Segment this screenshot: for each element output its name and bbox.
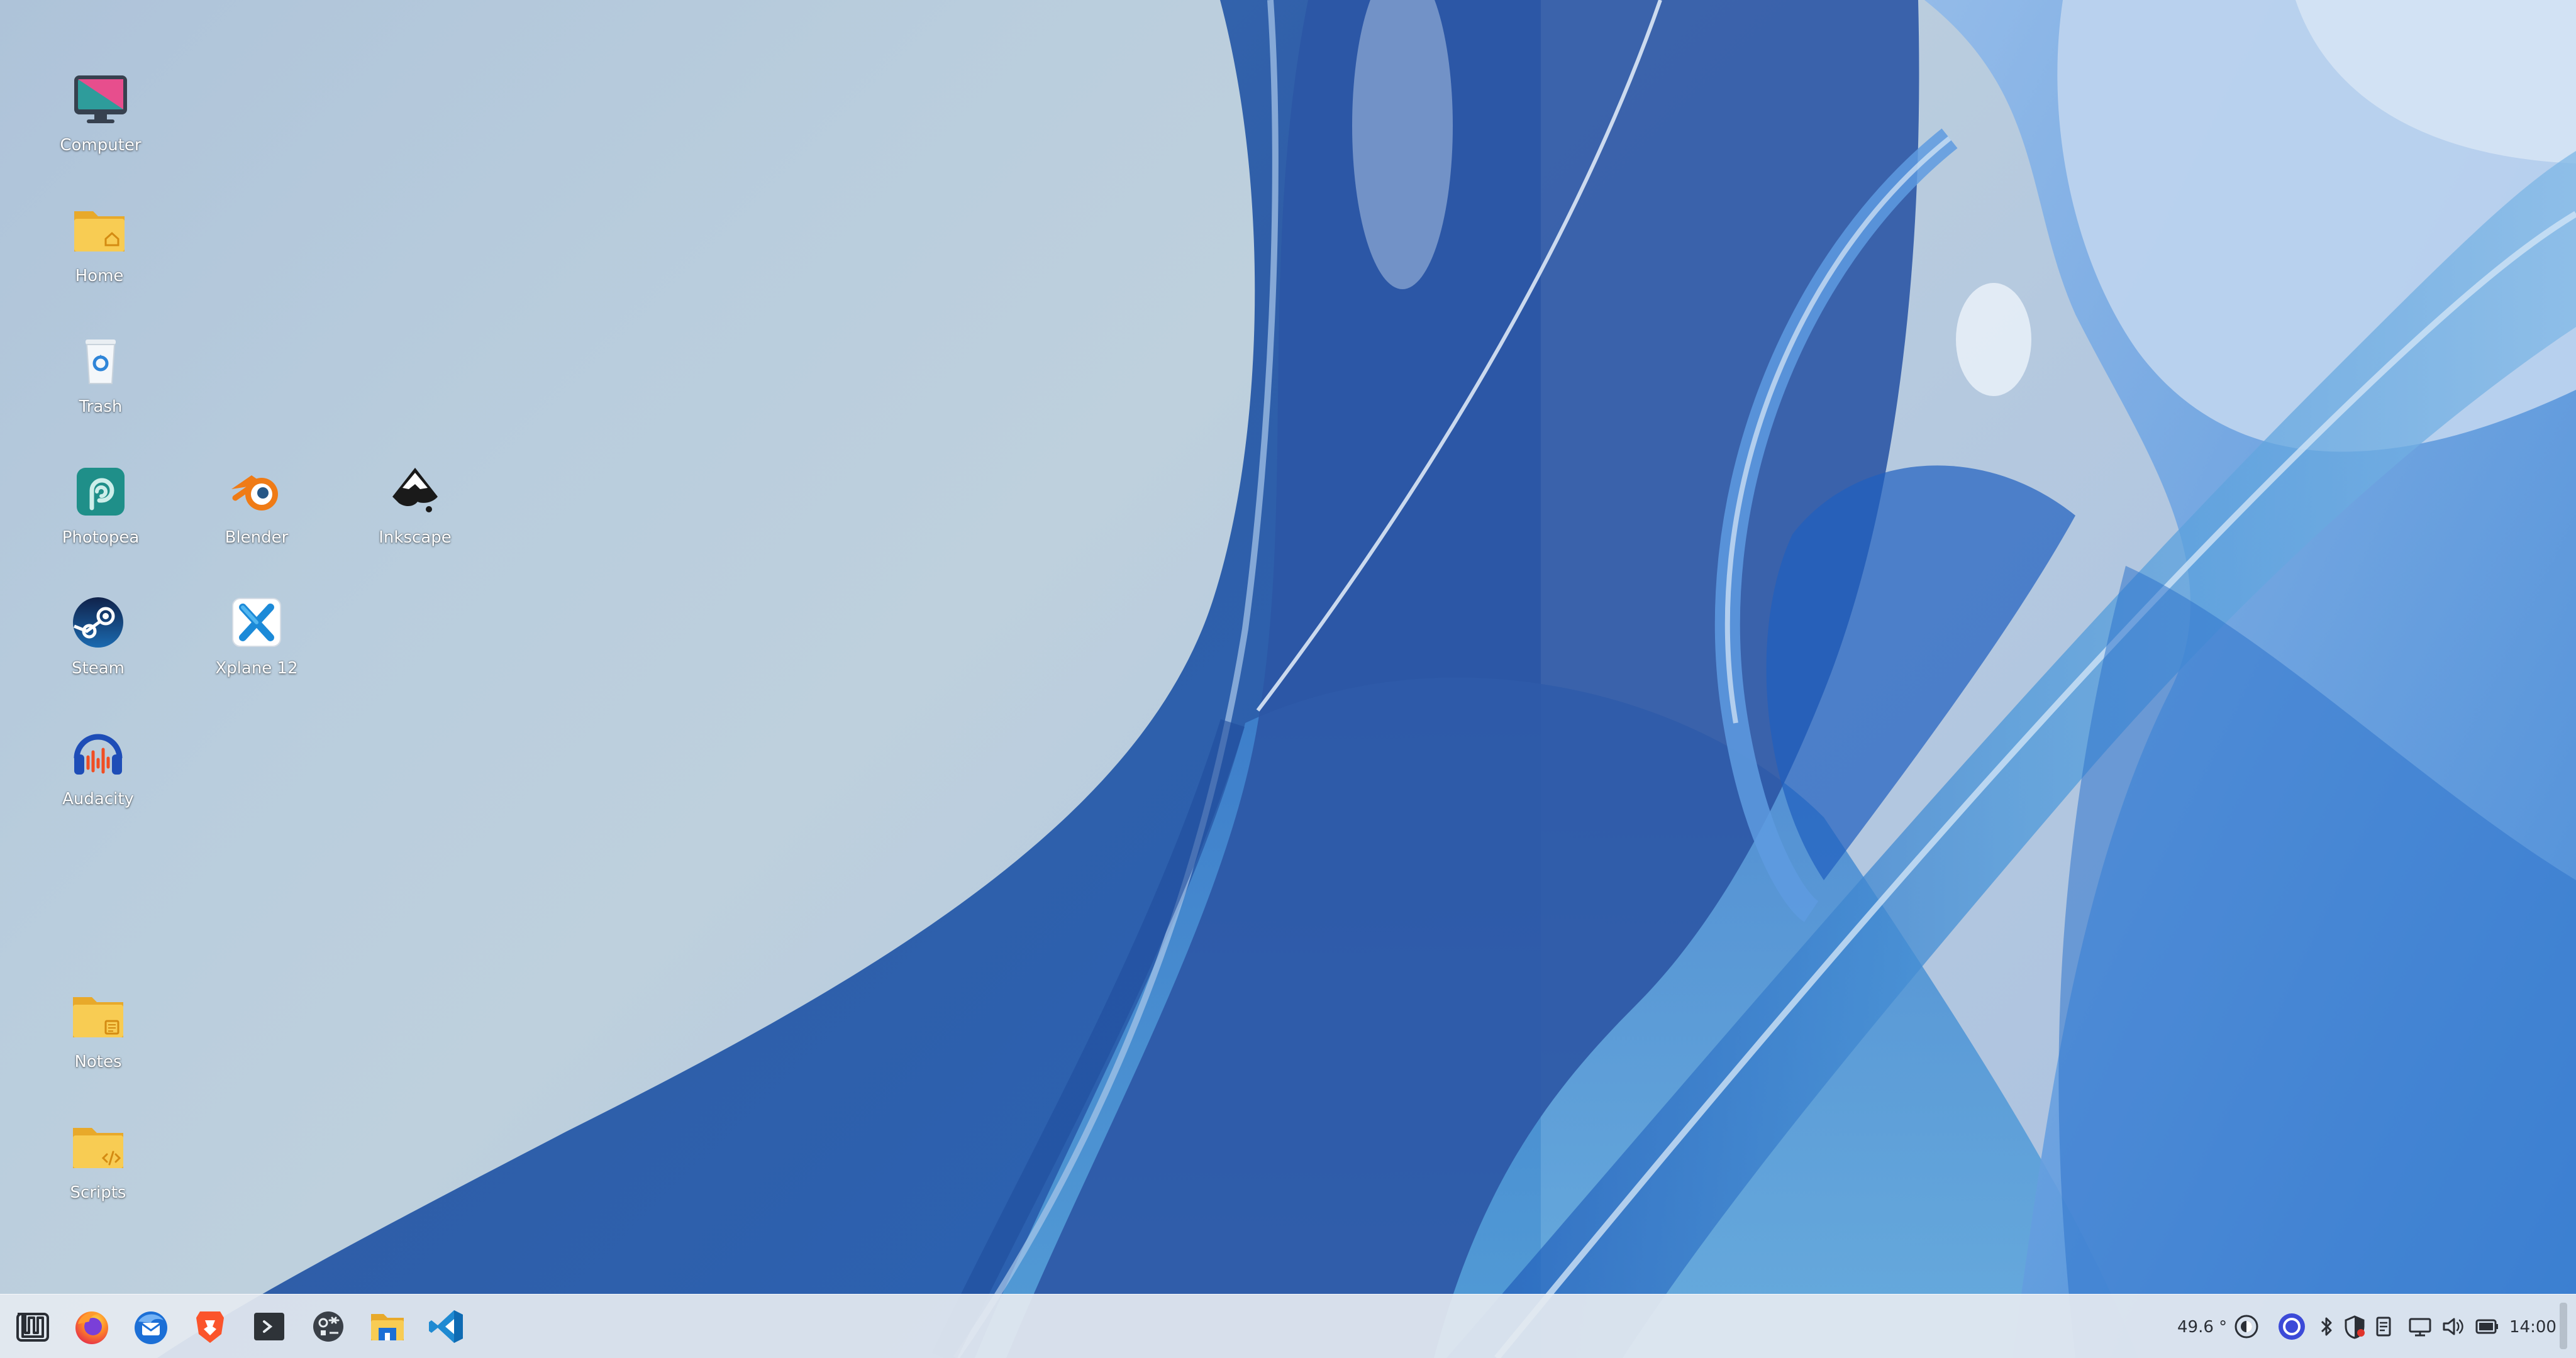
desktop-icon-scripts[interactable]: Scripts [29, 1117, 167, 1242]
settings-icon [313, 1311, 343, 1342]
desktop-icon-label: Trash [79, 397, 123, 416]
network-icon[interactable] [2406, 1313, 2434, 1340]
taskbar-thunderbird[interactable] [130, 1305, 172, 1348]
firefox-icon [75, 1311, 108, 1344]
vscode-icon [429, 1310, 463, 1343]
taskbar-settings[interactable] [307, 1305, 350, 1348]
desktop-icon-home[interactable]: Home [30, 200, 169, 326]
xplane-icon [226, 592, 287, 653]
cpu-temperature[interactable]: 49.6 ° [2177, 1313, 2227, 1341]
audacity-icon [68, 723, 128, 783]
notes-folder-icon [68, 986, 128, 1046]
desktop-icon-label: Home [75, 267, 124, 285]
vpn-icon[interactable] [2277, 1313, 2307, 1340]
home-folder-icon [69, 200, 130, 260]
trash-icon [70, 331, 131, 391]
desktop-icon-photopea[interactable]: Photopea [31, 461, 170, 587]
desktop-icon-label: Xplane 12 [215, 659, 298, 678]
photopea-icon [70, 461, 131, 522]
shield-icon[interactable] [2342, 1313, 2367, 1340]
thunderbird-icon [135, 1311, 167, 1344]
taskbar-brave[interactable] [189, 1305, 231, 1348]
brave-icon [196, 1311, 224, 1343]
taskbar-menu-button[interactable] [11, 1305, 54, 1348]
desktop-icon-audacity[interactable]: Audacity [29, 723, 167, 849]
taskbar-vscode[interactable] [425, 1305, 468, 1348]
volume-icon[interactable] [2440, 1313, 2465, 1340]
clock[interactable]: 14:00 [2509, 1313, 2557, 1341]
taskbar-firefox[interactable] [70, 1305, 113, 1348]
computer-icon [70, 69, 131, 130]
file-manager-icon [371, 1314, 404, 1340]
desktop-icon-steam[interactable]: Steam [29, 592, 167, 718]
desktop: Computer Home Trash Photopea Blender Ink… [0, 0, 2576, 1358]
terminal-icon [254, 1313, 284, 1340]
taskbar-terminal[interactable] [248, 1305, 291, 1348]
desktop-icon-label: Audacity [62, 790, 134, 809]
desktop-icon-xplane[interactable]: Xplane 12 [187, 592, 326, 718]
desktop-icon-computer[interactable]: Computer [31, 69, 170, 195]
wallpaper [157, 0, 2576, 1358]
desktop-icon-label: Notes [74, 1052, 122, 1071]
show-desktop-button[interactable] [2560, 1303, 2567, 1349]
blender-icon [226, 461, 287, 522]
desktop-icon-notes[interactable]: Notes [29, 986, 167, 1112]
desktop-icon-inkscape[interactable]: Inkscape [346, 461, 484, 587]
bluetooth-icon[interactable] [2317, 1313, 2336, 1340]
mint-menu-icon [16, 1313, 49, 1342]
battery-icon[interactable] [2473, 1313, 2501, 1340]
desktop-icon-label: Inkscape [379, 528, 452, 547]
steam-icon [68, 592, 128, 653]
desktop-icon-label: Blender [225, 528, 289, 547]
desktop-icon-label: Steam [72, 659, 125, 678]
scripts-folder-icon [68, 1117, 128, 1177]
desktop-icon-label: Computer [60, 136, 142, 155]
clipboard-icon[interactable] [2372, 1313, 2395, 1340]
display-icon[interactable] [2233, 1313, 2260, 1340]
taskbar: 49.6 ° 14:00 [0, 1294, 2576, 1358]
desktop-icon-blender[interactable]: Blender [187, 461, 326, 587]
desktop-icon-label: Scripts [70, 1183, 126, 1202]
inkscape-icon [385, 461, 445, 522]
desktop-icon-trash[interactable]: Trash [31, 331, 170, 456]
taskbar-file-manager[interactable] [366, 1305, 409, 1348]
desktop-icon-label: Photopea [62, 528, 140, 547]
